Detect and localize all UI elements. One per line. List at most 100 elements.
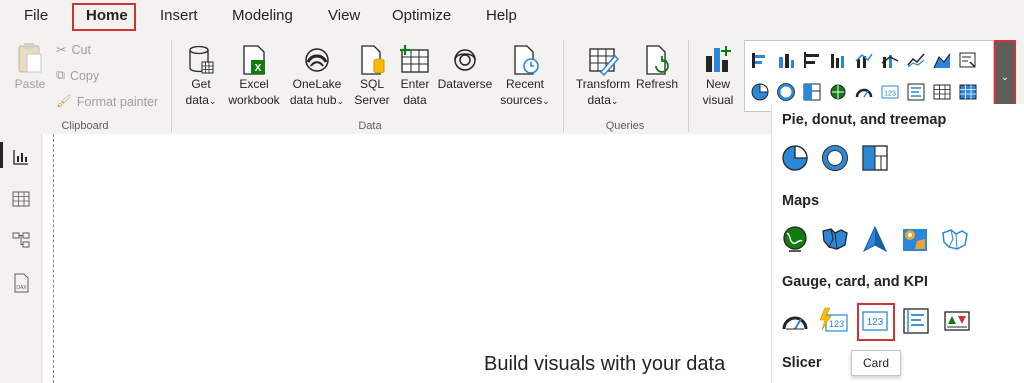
chevron-down-icon: ⌄ [1000,71,1010,83]
database-icon [189,45,214,74]
multi-row-card-icon[interactable] [905,81,927,103]
format-painter-button[interactable]: 🖌 Format painter [56,94,158,109]
waterfall-chart-icon[interactable] [957,49,979,71]
report-view-icon[interactable] [11,147,31,167]
gauge-icon[interactable] [780,306,810,336]
line-column-chart-icon[interactable] [853,49,875,71]
ribbon-chart-icon[interactable] [879,49,901,71]
globe-map-icon[interactable] [780,224,810,254]
table-add-icon [400,45,429,73]
onelake-icon [305,48,329,72]
get-data-button[interactable]: Get data⌄ [180,44,222,109]
transform-label-1: Transform [575,77,631,91]
enter-data-button[interactable]: Enter data [396,44,434,108]
chevron-down-icon: ⌄ [542,96,550,106]
refresh-icon [646,45,669,75]
onelake-label-2: data hub [289,93,337,107]
pie-chart-icon[interactable] [749,81,771,103]
copy-button[interactable]: ⧉ Copy [56,68,99,83]
dax-query-icon[interactable]: DAX [11,273,31,293]
paste-button[interactable]: Paste [10,40,50,92]
sql-label-2: Server [354,93,390,107]
cut-button[interactable]: ✂ Cut [56,42,91,58]
report-canvas[interactable] [43,134,771,383]
chevron-down-icon: ⌄ [610,96,619,106]
transform-label-2: data [587,93,611,107]
transform-data-icon [589,48,619,76]
matrix-icon[interactable] [957,81,979,103]
recent-label-1: Recent [505,77,545,91]
donut-chart-icon[interactable] [820,143,850,173]
paste-icon [18,43,42,73]
get-data-label-2: data [185,93,209,107]
table-icon[interactable] [931,81,953,103]
queries-group-label: Queries [605,120,645,132]
sql-server-button[interactable]: SQL Server [350,44,394,108]
refresh-label: Refresh [635,77,679,91]
menu-file[interactable]: File [24,7,48,24]
enter-data-label-1: Enter [400,77,430,91]
filled-map-icon[interactable] [820,224,850,254]
dataverse-button[interactable]: Dataverse [436,44,494,92]
menu-optimize[interactable]: Optimize [392,7,451,24]
stacked-column-chart-icon[interactable] [775,49,797,71]
treemap-icon[interactable] [801,81,823,103]
paste-label: Paste [14,77,46,91]
onelake-button[interactable]: OneLake data hub⌄ [286,44,348,109]
clustered-bar-chart-icon[interactable] [801,49,823,71]
shape-map-icon[interactable] [900,224,930,254]
gallery-row-1 [749,49,979,71]
card-icon[interactable]: 123 [879,81,901,103]
kpi-icon[interactable] [942,306,972,336]
multi-row-card-icon[interactable] [901,306,931,336]
onelake-label-1: OneLake [292,77,342,91]
copy-label: Copy [69,68,100,83]
expand-gallery-button[interactable]: ⌄ [994,40,1016,114]
treemap-icon[interactable] [860,143,890,173]
card-tooltip: Card [851,350,901,376]
transform-data-button[interactable]: Transform data⌄ [572,44,634,109]
pie-chart-icon[interactable] [780,143,810,173]
smart-narrative-card-icon[interactable]: 123 [818,306,848,336]
model-view-icon[interactable] [11,230,31,250]
menu-modeling[interactable]: Modeling [232,7,293,24]
excel-workbook-button[interactable]: X Excel workbook [224,44,284,108]
svg-text:DAX: DAX [16,285,27,291]
new-visual-label-1: New [705,77,730,91]
table-view-icon[interactable] [11,189,31,209]
new-visual-button[interactable]: New visual [696,44,740,108]
dataverse-label: Dataverse [437,77,493,91]
menu-insert[interactable]: Insert [160,7,198,24]
excel-label-2: workbook [228,93,280,107]
menu-view[interactable]: View [328,7,360,24]
svg-text:123: 123 [829,319,844,329]
section-title-gauge: Gauge, card, and KPI [782,274,928,290]
chevron-down-icon: ⌄ [208,96,217,106]
separator [688,40,689,132]
arcgis-map-icon[interactable] [940,224,970,254]
svg-text:X: X [255,63,262,74]
clustered-column-chart-icon[interactable] [827,49,849,71]
sql-label-1: SQL [359,77,384,91]
recent-sources-button[interactable]: Recent sources⌄ [496,44,554,109]
scissors-icon: ✂ [56,43,67,57]
separator [171,40,172,132]
menu-help[interactable]: Help [486,7,517,24]
section-title-slicer: Slicer [782,355,822,371]
line-chart-icon[interactable] [905,49,927,71]
area-chart-icon[interactable] [931,49,953,71]
section-title-pie: Pie, donut, and treemap [782,112,947,128]
refresh-button[interactable]: Refresh [634,44,680,92]
dataverse-icon [454,49,476,71]
azure-map-icon[interactable] [860,224,890,254]
stacked-bar-chart-icon[interactable] [749,49,771,71]
get-data-label-1: Get [191,77,211,91]
excel-label-1: Excel [239,77,269,91]
gauge-icon[interactable] [853,81,875,103]
excel-icon: X [243,45,265,75]
card-highlight [857,303,895,341]
canvas-prompt: Build visuals with your data [484,353,726,375]
globe-map-icon[interactable] [827,81,849,103]
donut-chart-icon[interactable] [775,81,797,103]
data-group-label: Data [358,120,382,132]
